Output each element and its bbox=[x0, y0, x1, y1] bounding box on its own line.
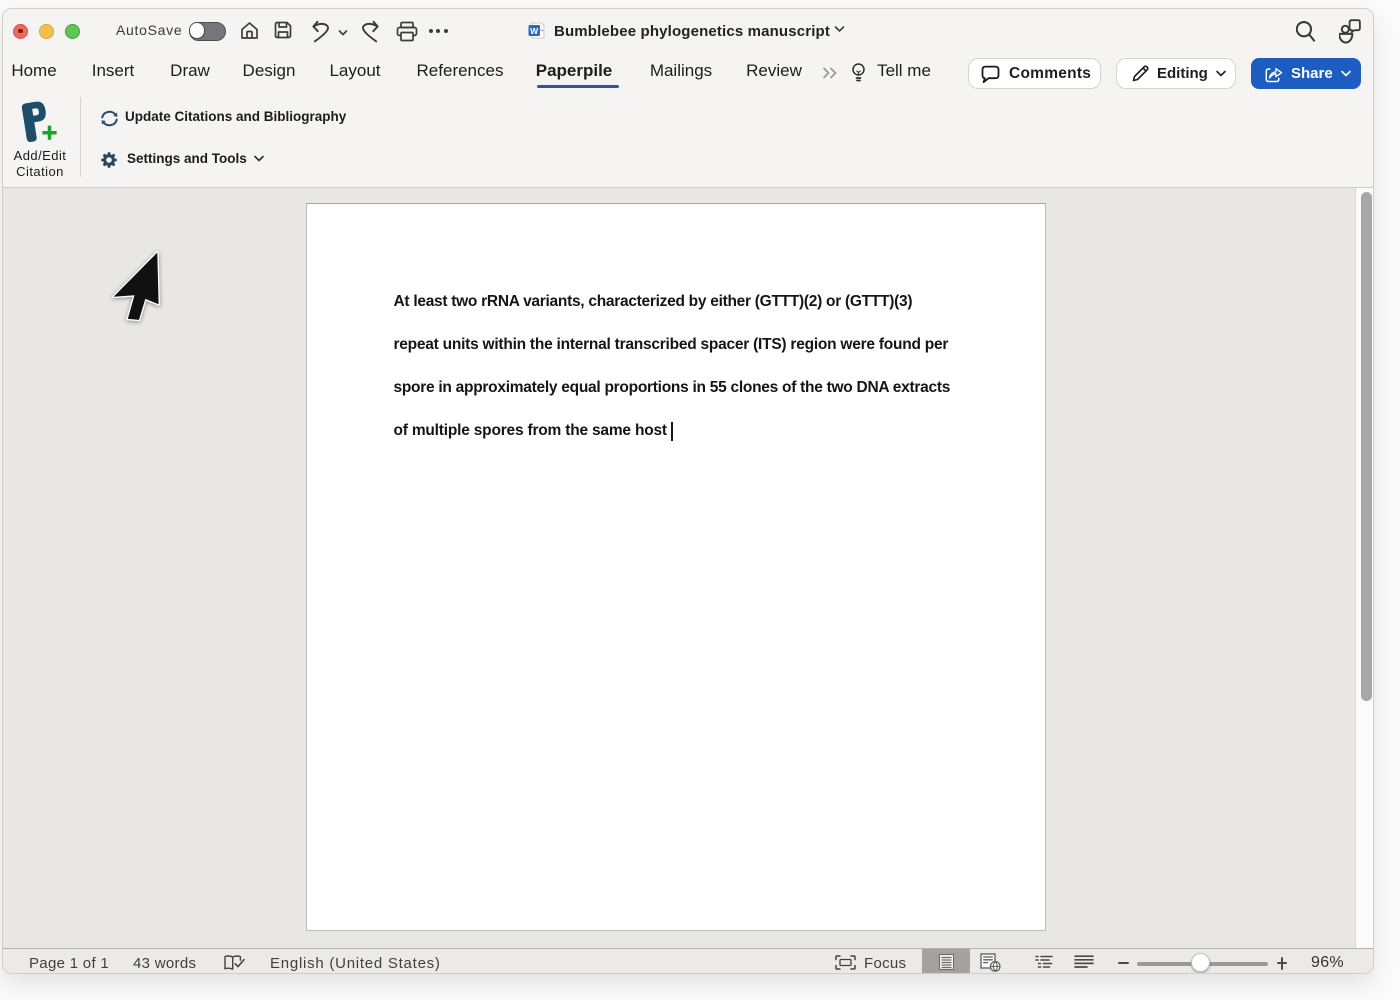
svg-text:W: W bbox=[530, 26, 539, 36]
